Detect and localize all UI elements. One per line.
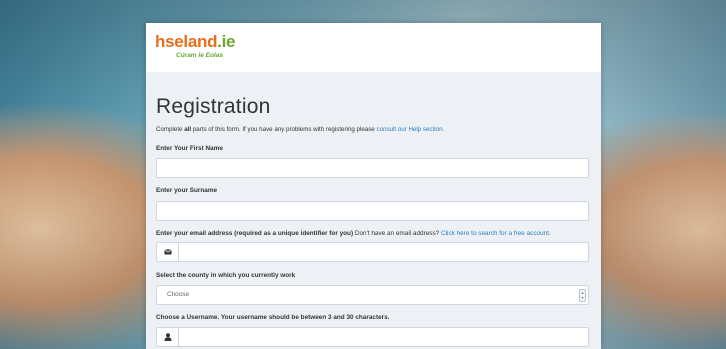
select-arrows-icon: ▴ ▾ [579, 289, 586, 302]
first-name-label: Enter Your First Name [156, 145, 223, 152]
logo-tagline: Cúram le Eolas [176, 52, 223, 59]
hseland-logo[interactable]: hseland.ie [155, 32, 235, 52]
email-label-text: Enter your email address (required as a … [156, 230, 354, 237]
intro-prefix: Complete [156, 126, 185, 133]
county-select[interactable]: Choose ▴ ▾ [156, 285, 589, 305]
free-email-account-link[interactable]: Click here to search for a free account. [441, 230, 551, 237]
registration-panel: hseland.ie Cúram le Eolas Registration C… [146, 23, 601, 349]
site-header: hseland.ie Cúram le Eolas [146, 23, 601, 72]
surname-input[interactable] [156, 201, 589, 221]
email-label: Enter your email address (required as a … [156, 230, 551, 237]
first-name-input[interactable] [156, 158, 589, 178]
page-title: Registration [156, 95, 271, 118]
username-input[interactable] [156, 327, 589, 347]
intro-mid: parts of this form. If you have any prob… [191, 126, 377, 133]
email-input[interactable] [156, 242, 589, 262]
county-label: Select the county in which you currently… [156, 272, 296, 279]
surname-label: Enter your Surname [156, 187, 218, 194]
help-section-link[interactable]: consult our Help section. [376, 126, 444, 133]
logo-hse: hse [155, 32, 184, 51]
user-icon [157, 328, 179, 346]
logo-land: land [183, 32, 218, 51]
county-selected-value: Choose [167, 291, 190, 298]
intro-text: Complete all parts of this form. If you … [156, 126, 589, 133]
registration-form: Registration Complete all parts of this … [156, 83, 589, 347]
envelope-icon [157, 243, 179, 261]
email-no-address-text: Don't have an email address? [353, 230, 441, 237]
username-label: Choose a Username. Your username should … [156, 314, 390, 321]
logo-ie: ie [221, 32, 236, 51]
